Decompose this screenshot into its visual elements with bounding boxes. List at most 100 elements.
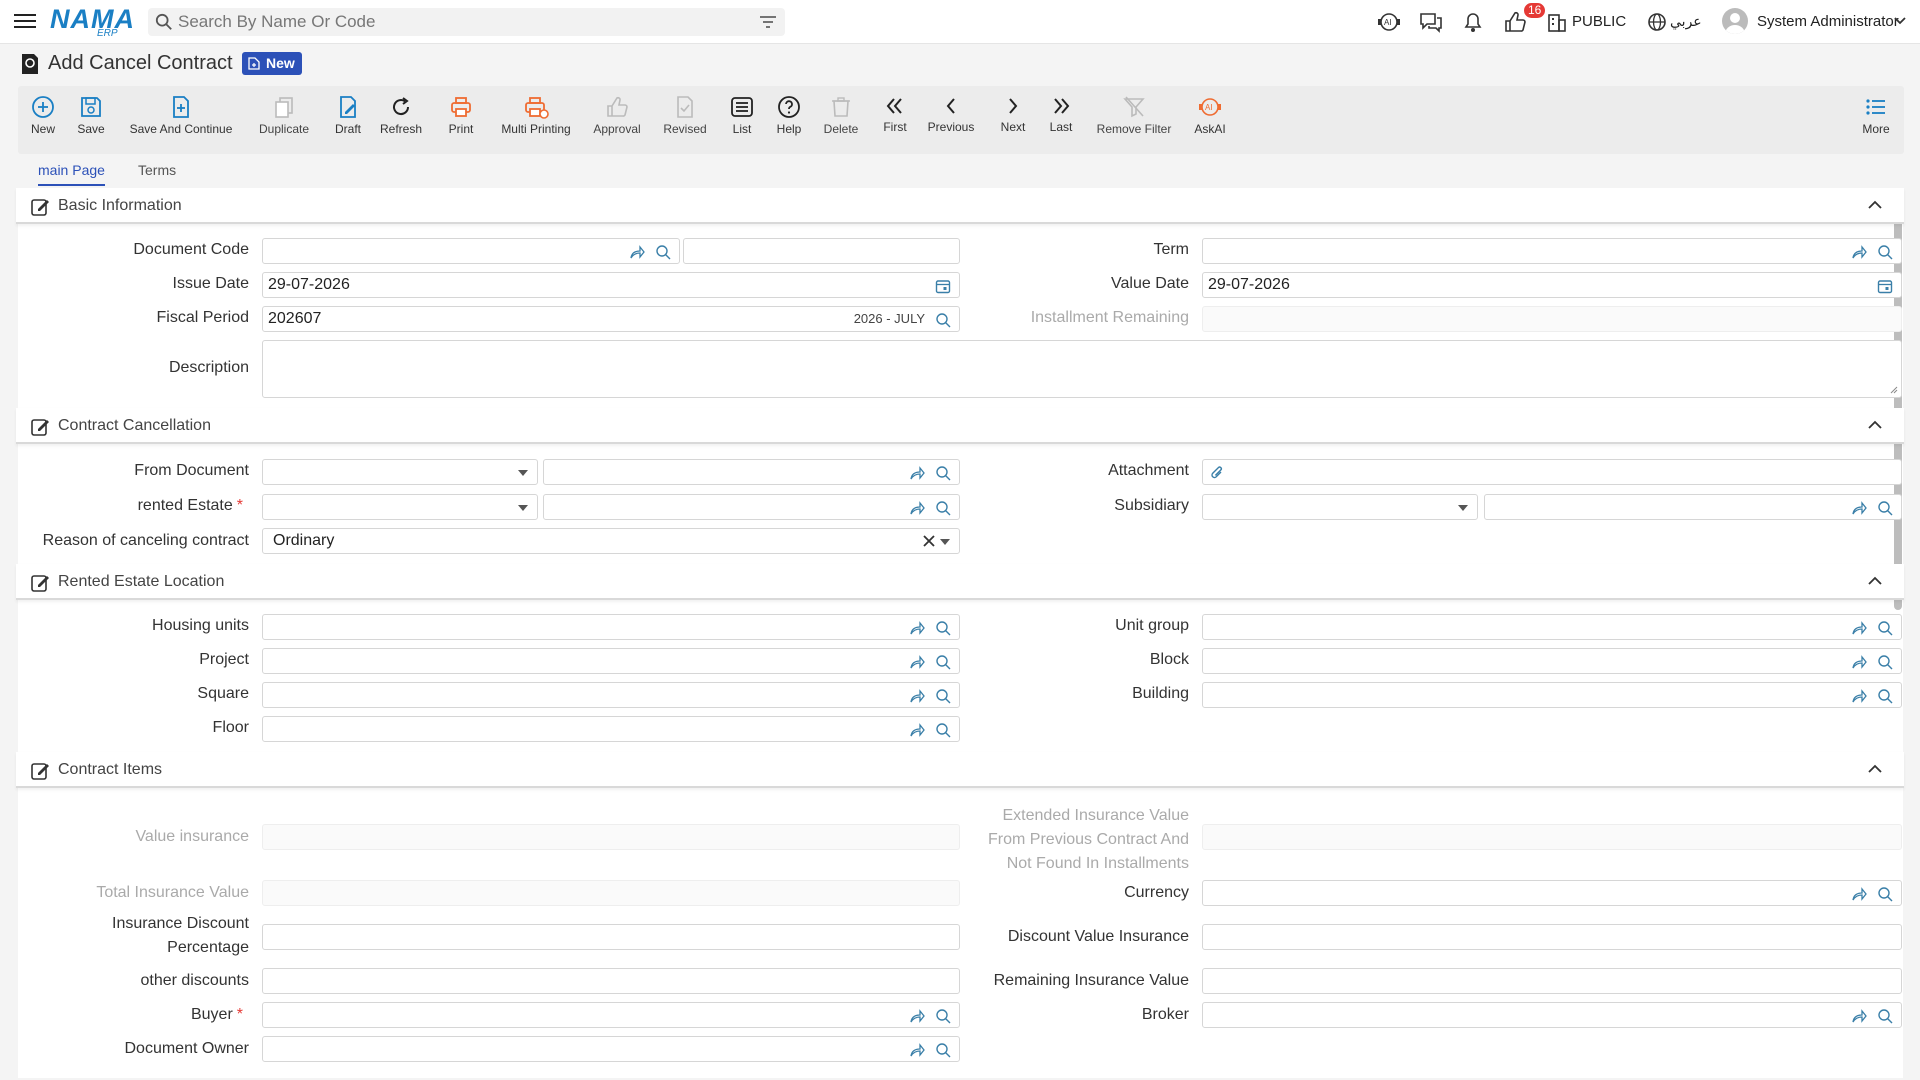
- hamburger-menu-icon[interactable]: [14, 10, 36, 32]
- caret-down-icon[interactable]: [940, 539, 950, 545]
- more-button[interactable]: More: [1856, 86, 1896, 154]
- share-icon[interactable]: [1851, 654, 1867, 670]
- search-icon[interactable]: [935, 620, 951, 636]
- search-icon[interactable]: [935, 500, 951, 516]
- from-document-field[interactable]: [543, 459, 960, 485]
- chevron-up-icon[interactable]: [1868, 200, 1882, 210]
- search-icon[interactable]: [655, 244, 671, 260]
- document-code-field[interactable]: [262, 238, 680, 264]
- search-icon[interactable]: [935, 1008, 951, 1024]
- search-icon[interactable]: [935, 722, 951, 738]
- search-icon[interactable]: [935, 312, 951, 328]
- approval-button[interactable]: Approval: [586, 86, 648, 154]
- description-textarea[interactable]: [262, 340, 1902, 398]
- chevron-down-icon[interactable]: [1894, 17, 1906, 25]
- previous-button[interactable]: Previous: [924, 86, 978, 154]
- help-button[interactable]: Help: [772, 86, 806, 154]
- chevron-up-icon[interactable]: [1868, 764, 1882, 774]
- floor-field[interactable]: [262, 716, 960, 742]
- print-button[interactable]: Print: [442, 86, 480, 154]
- save-button[interactable]: Save: [70, 86, 112, 154]
- section-rented-estate-location[interactable]: Rented Estate Location: [16, 564, 1904, 600]
- building-field[interactable]: [1202, 682, 1902, 708]
- share-icon[interactable]: [1851, 886, 1867, 902]
- new-button[interactable]: New: [22, 86, 64, 154]
- multi-printing-button[interactable]: Multi Printing: [494, 86, 578, 154]
- share-icon[interactable]: [909, 654, 925, 670]
- search-icon[interactable]: [1877, 244, 1893, 260]
- insurance-discount-pct-field[interactable]: [262, 924, 960, 950]
- document-owner-field[interactable]: [262, 1036, 960, 1062]
- other-discounts-field[interactable]: [262, 968, 960, 994]
- paperclip-icon[interactable]: [1209, 465, 1225, 481]
- share-icon[interactable]: [1851, 244, 1867, 260]
- search-icon[interactable]: [935, 1042, 951, 1058]
- broker-field[interactable]: [1202, 1002, 1902, 1028]
- share-icon[interactable]: [1851, 1008, 1867, 1024]
- discount-value-insurance-field[interactable]: [1202, 924, 1902, 950]
- share-icon[interactable]: [909, 500, 925, 516]
- user-name[interactable]: System Administrator: [1757, 13, 1899, 30]
- next-button[interactable]: Next: [996, 86, 1030, 154]
- tab-terms[interactable]: Terms: [138, 162, 176, 178]
- filter-icon[interactable]: [759, 14, 777, 30]
- share-icon[interactable]: [909, 1008, 925, 1024]
- search-icon[interactable]: [1877, 620, 1893, 636]
- subsidiary-field[interactable]: [1484, 494, 1902, 520]
- search-icon[interactable]: [1877, 500, 1893, 516]
- project-field[interactable]: [262, 648, 960, 674]
- chevron-up-icon[interactable]: [1868, 576, 1882, 586]
- calendar-icon[interactable]: [1877, 278, 1893, 294]
- buyer-field[interactable]: [262, 1002, 960, 1028]
- share-icon[interactable]: [1851, 620, 1867, 636]
- document-code-secondary-field[interactable]: [683, 238, 960, 264]
- share-icon[interactable]: [909, 688, 925, 704]
- section-contract-cancellation[interactable]: Contract Cancellation: [16, 408, 1904, 444]
- chat-icon[interactable]: [1418, 10, 1444, 34]
- search-icon[interactable]: [935, 465, 951, 481]
- subsidiary-type-select[interactable]: [1202, 494, 1478, 520]
- tab-main-page[interactable]: main Page: [38, 162, 105, 178]
- last-button[interactable]: Last: [1044, 86, 1078, 154]
- app-logo[interactable]: NAMA ERP: [50, 4, 134, 39]
- list-button[interactable]: List: [726, 86, 758, 154]
- currency-field[interactable]: [1202, 880, 1902, 906]
- ai-assistant-icon[interactable]: AI: [1376, 10, 1402, 34]
- square-field[interactable]: [262, 682, 960, 708]
- branch-label[interactable]: PUBLIC: [1572, 13, 1626, 30]
- reason-select[interactable]: Ordinary: [262, 528, 960, 554]
- fiscal-period-field[interactable]: 202607 2026 - JULY: [262, 306, 960, 332]
- search-icon[interactable]: [1877, 654, 1893, 670]
- share-icon[interactable]: [909, 620, 925, 636]
- refresh-button[interactable]: Refresh: [376, 86, 426, 154]
- from-document-type-select[interactable]: [262, 459, 538, 485]
- first-button[interactable]: First: [878, 86, 912, 154]
- search-input[interactable]: [178, 8, 738, 36]
- search-icon[interactable]: [935, 688, 951, 704]
- avatar[interactable]: [1722, 8, 1748, 34]
- share-icon[interactable]: [1851, 500, 1867, 516]
- rented-estate-field[interactable]: [543, 494, 960, 520]
- remaining-insurance-field[interactable]: [1202, 968, 1902, 994]
- section-contract-items[interactable]: Contract Items: [16, 752, 1904, 788]
- value-date-field[interactable]: 29-07-2026: [1202, 272, 1902, 298]
- calendar-icon[interactable]: [935, 278, 951, 294]
- search-icon[interactable]: [935, 654, 951, 670]
- duplicate-button[interactable]: Duplicate: [254, 86, 314, 154]
- search-icon[interactable]: [1877, 1008, 1893, 1024]
- share-icon[interactable]: [909, 465, 925, 481]
- clear-icon[interactable]: [923, 535, 935, 547]
- askai-button[interactable]: AI AskAI: [1190, 86, 1230, 154]
- globe-icon[interactable]: [1646, 10, 1668, 34]
- search-icon[interactable]: [1877, 688, 1893, 704]
- bell-icon[interactable]: [1460, 10, 1486, 34]
- draft-button[interactable]: Draft: [327, 86, 369, 154]
- attachment-field[interactable]: [1202, 459, 1902, 485]
- share-icon[interactable]: [629, 244, 645, 260]
- term-field[interactable]: [1202, 238, 1902, 264]
- remove-filter-button[interactable]: Remove Filter: [1092, 86, 1176, 154]
- housing-units-field[interactable]: [262, 614, 960, 640]
- share-icon[interactable]: [909, 722, 925, 738]
- language-switch[interactable]: عربي: [1670, 13, 1702, 30]
- share-icon[interactable]: [909, 1042, 925, 1058]
